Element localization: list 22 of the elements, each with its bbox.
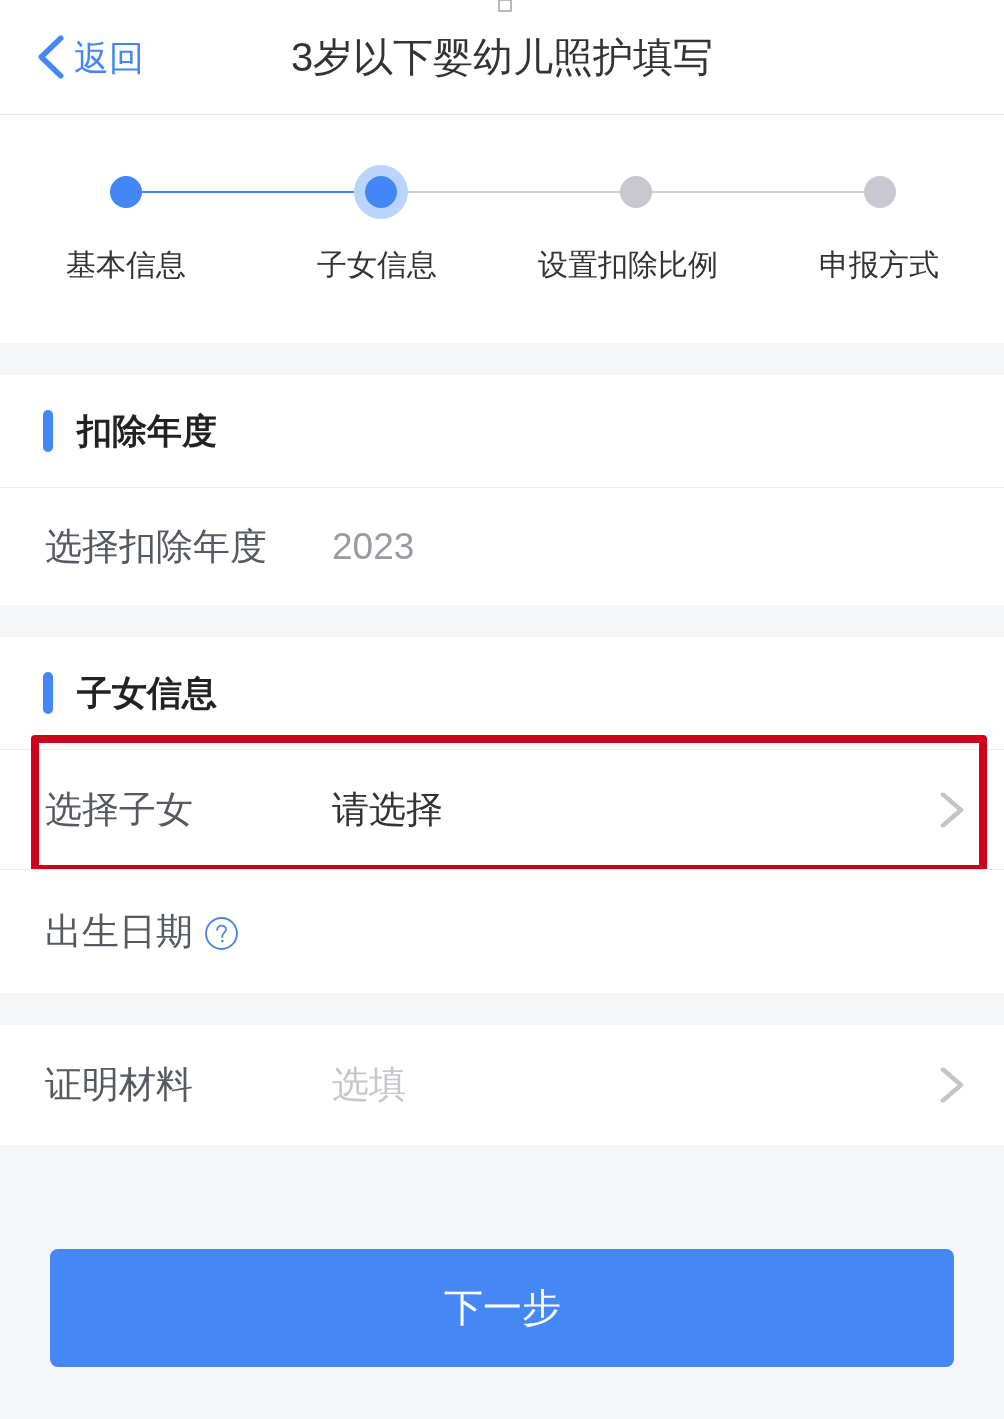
section-accent-bar	[43, 672, 53, 714]
row-label: 选择子女	[45, 787, 194, 832]
chevron-right-icon	[940, 1067, 964, 1103]
step-label: 基本信息	[65, 247, 186, 283]
row-label: 证明材料	[45, 1063, 194, 1108]
step-label: 子女信息	[316, 247, 437, 283]
row-label: 出生日期	[45, 909, 193, 954]
row-value: 2023	[332, 524, 415, 569]
select-placeholder: 选填	[332, 1063, 407, 1108]
back-button[interactable]: 返回	[38, 35, 144, 79]
next-step-button[interactable]: 下一步	[50, 1249, 954, 1367]
row-label: 选择扣除年度	[45, 524, 268, 569]
page-title: 3岁以下婴幼儿照护填写	[290, 34, 714, 81]
section-accent-bar	[43, 410, 53, 452]
help-icon[interactable]	[205, 917, 238, 950]
step-label: 设置扣除比例	[537, 247, 718, 283]
chevron-left-icon	[38, 35, 64, 79]
section-title: 扣除年度	[77, 409, 217, 452]
step-label: 申报方式	[818, 247, 939, 283]
select-value: 请选择	[332, 787, 444, 832]
chevron-right-icon	[940, 791, 964, 828]
section-title: 子女信息	[77, 671, 217, 714]
